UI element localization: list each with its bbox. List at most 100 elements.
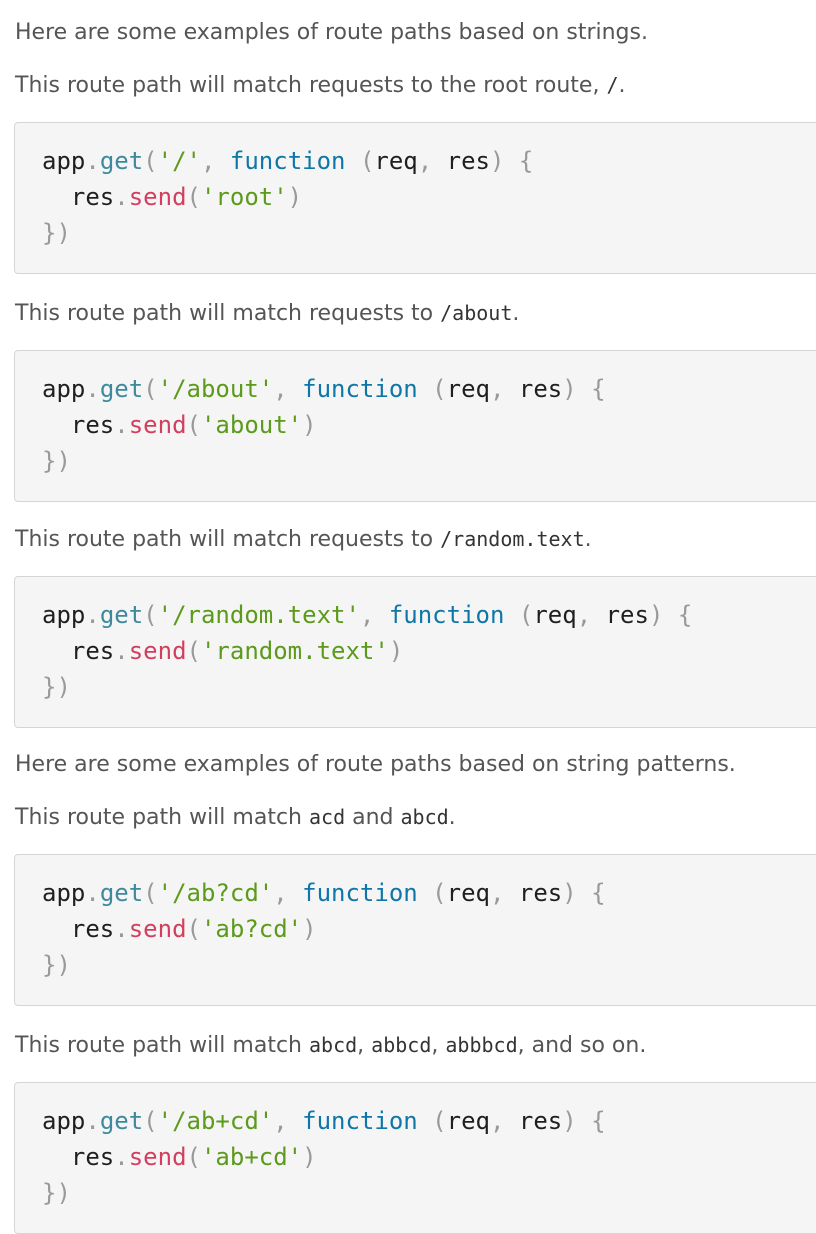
code-token-res: res	[70, 915, 115, 943]
code-token-paren: (	[186, 183, 201, 211]
intro-strings-paragraph: Here are some examples of route paths ba…	[15, 18, 648, 48]
code-block-root[interactable]: app.get('/', function (req, res) { res.s…	[14, 122, 816, 274]
code-token-paren: (	[359, 147, 375, 175]
code-token-req: req	[446, 879, 490, 907]
code-token-paren: (	[186, 915, 201, 943]
acd-code: acd	[308, 805, 346, 829]
code-token-dot: .	[114, 637, 129, 665]
code-token-function: function	[302, 1107, 418, 1135]
intro-patterns-text: Here are some examples of route paths ba…	[15, 752, 736, 777]
code-token-path: '/about'	[157, 375, 274, 403]
code-listing: app.get('/', function (req, res) { res.s…	[42, 143, 533, 251]
code-token-app: app	[42, 375, 86, 403]
abbbcd-code: abbbcd	[445, 1033, 518, 1057]
abcd-code: abcd	[308, 1033, 358, 1057]
code-token-paren: (	[143, 601, 158, 629]
code-token-path: '/'	[157, 147, 201, 175]
code-token-comma: ,	[273, 1107, 303, 1135]
about-description-suffix: .	[512, 301, 520, 326]
code-token-paren: )	[648, 601, 664, 629]
code-token-comma: ,	[273, 375, 303, 403]
code-token-function: function	[229, 147, 346, 175]
code-token-get: get	[99, 1107, 144, 1135]
code-token-indent	[42, 183, 71, 211]
code-token-req: req	[533, 601, 577, 629]
plus-description-suffix: , and so on.	[517, 1033, 647, 1058]
code-token-paren: (	[143, 375, 158, 403]
code-block-ab-question-cd[interactable]: app.get('/ab?cd', function (req, res) { …	[14, 854, 816, 1006]
code-token-res: res	[70, 183, 115, 211]
root-path-code: /	[606, 73, 619, 97]
code-token-paren: (	[432, 375, 447, 403]
plus-description-separator: ,	[431, 1033, 446, 1058]
code-token-path: '/ab?cd'	[157, 879, 274, 907]
code-listing: app.get('/random.text', function (req, r…	[42, 597, 692, 705]
code-token-brace: {	[591, 375, 606, 403]
code-token-dot: .	[114, 1143, 129, 1171]
code-token-send: send	[128, 1143, 187, 1171]
code-block-ab-plus-cd[interactable]: app.get('/ab+cd', function (req, res) { …	[14, 1082, 816, 1234]
docs-content: Here are some examples of route paths ba…	[0, 0, 816, 1234]
random-path-code: /random.text	[440, 527, 585, 551]
code-token-paren: (	[143, 1107, 158, 1135]
code-token-response: 'about'	[200, 411, 303, 439]
code-token-brace: {	[677, 601, 693, 629]
code-token-function: function	[302, 375, 418, 403]
code-token-comma: ,	[489, 375, 519, 403]
code-token-response: 'random.text'	[200, 637, 389, 665]
code-token-paren: )	[562, 1107, 577, 1135]
code-token-comma: ,	[489, 879, 519, 907]
code-token-brace: {	[591, 1107, 606, 1135]
code-token-indent	[42, 915, 71, 943]
code-token-get: get	[99, 879, 144, 907]
code-token-paren: (	[518, 601, 534, 629]
code-block-random-text[interactable]: app.get('/random.text', function (req, r…	[14, 576, 816, 728]
code-token-res: res	[70, 411, 115, 439]
about-description-text: This route path will match requests to	[15, 301, 441, 326]
root-description-suffix: .	[618, 73, 626, 98]
code-token-path: '/random.text'	[157, 601, 360, 629]
code-token-function: function	[388, 601, 505, 629]
code-block-about[interactable]: app.get('/about', function (req, res) { …	[14, 350, 816, 502]
code-token-res: res	[518, 879, 563, 907]
code-token-dot: .	[85, 1107, 100, 1135]
code-token-paren: (	[432, 879, 447, 907]
code-token-paren: )	[562, 879, 577, 907]
code-token-indent	[42, 411, 71, 439]
root-description: This route path will match requests to t…	[15, 70, 626, 101]
random-description-suffix: .	[584, 527, 592, 552]
code-token-paren: (	[186, 1143, 201, 1171]
code-token-brace: {	[591, 879, 606, 907]
intro-strings-text: Here are some examples of route paths ba…	[15, 20, 648, 45]
code-token-paren: )	[302, 411, 317, 439]
code-token-response: 'ab+cd'	[200, 1143, 303, 1171]
code-token-res: res	[70, 637, 115, 665]
code-token-send: send	[128, 411, 187, 439]
code-token-paren: (	[186, 411, 201, 439]
code-token-app: app	[42, 601, 86, 629]
code-token-path: '/ab+cd'	[157, 1107, 274, 1135]
code-token-res: res	[518, 1107, 563, 1135]
code-token-get: get	[99, 375, 144, 403]
code-token-res: res	[70, 1143, 115, 1171]
code-token-dot: .	[114, 411, 129, 439]
code-token-paren: (	[186, 637, 201, 665]
random-description: This route path will match requests to /…	[15, 524, 592, 555]
code-token-dot: .	[114, 915, 129, 943]
code-token-app: app	[42, 879, 86, 907]
code-token-comma: ,	[489, 1107, 519, 1135]
acd-description: This route path will match acd and abcd.	[15, 802, 456, 833]
random-description-text: This route path will match requests to	[15, 527, 441, 552]
abbcd-code: abbcd	[371, 1033, 432, 1057]
code-token-paren: )	[562, 375, 577, 403]
code-token-get: get	[99, 147, 144, 175]
code-token-req: req	[446, 375, 490, 403]
code-token-paren: )	[302, 915, 317, 943]
